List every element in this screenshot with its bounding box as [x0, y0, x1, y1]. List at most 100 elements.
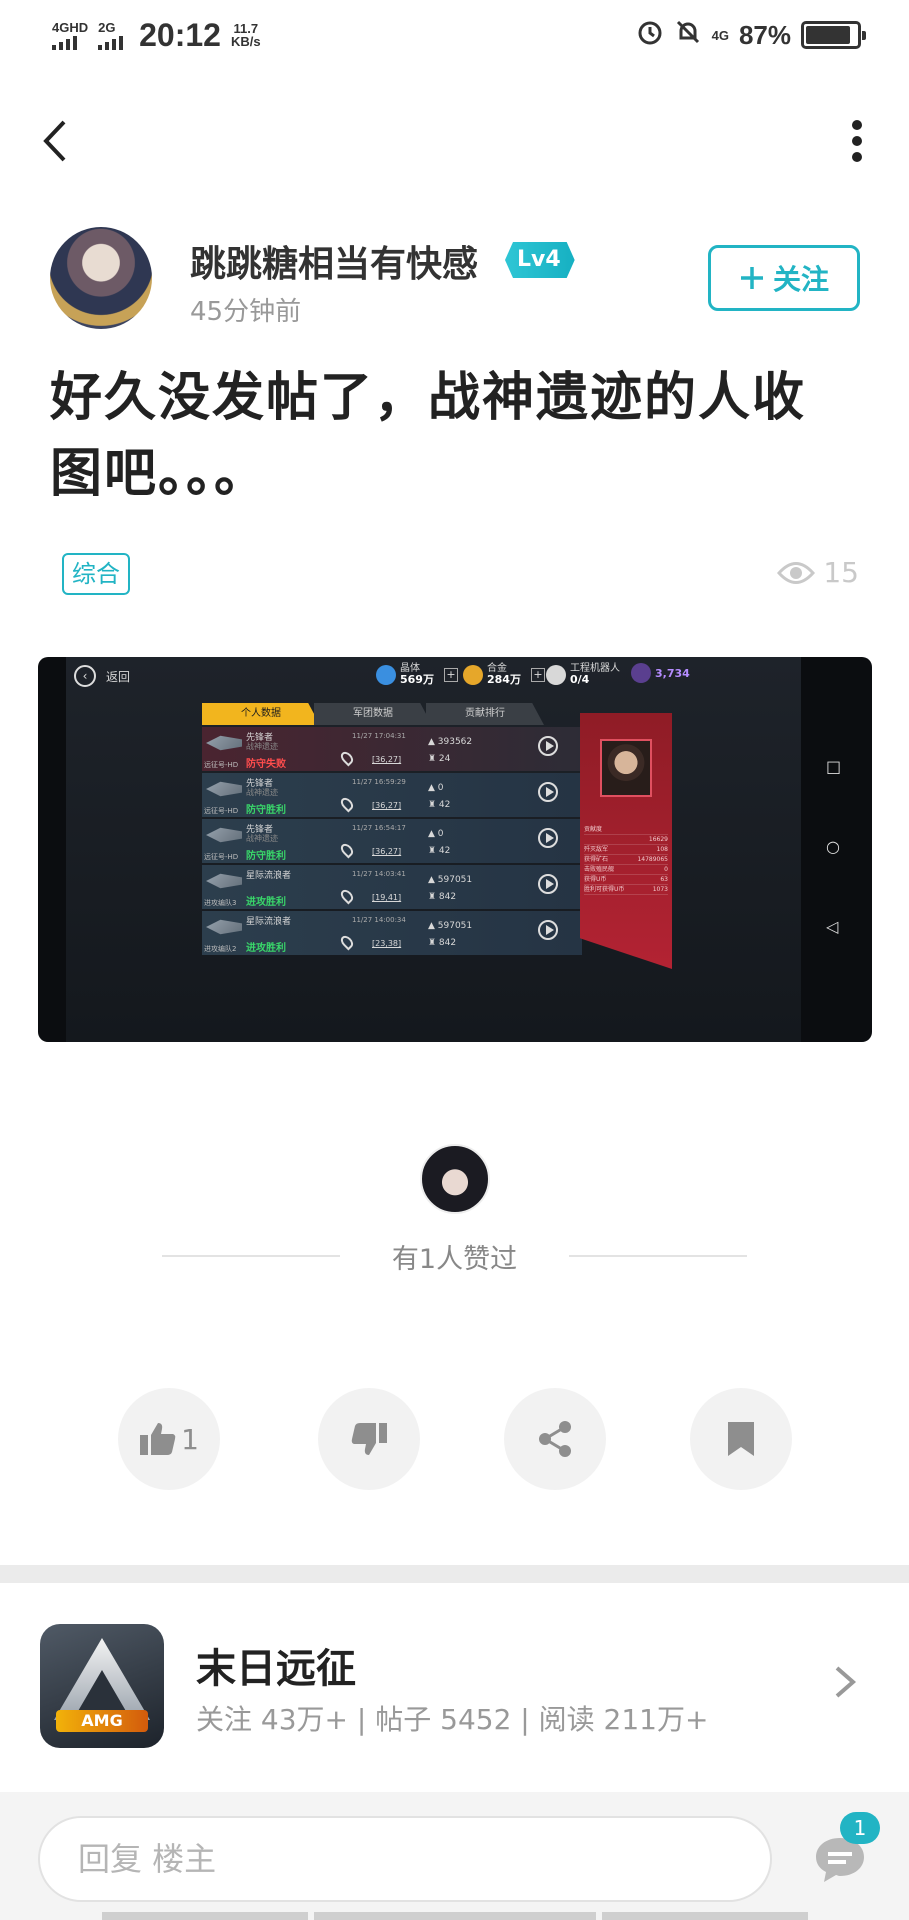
plus-icon: [740, 267, 763, 289]
comment-count-badge: 1: [840, 1812, 880, 1844]
author-name[interactable]: 跳跳糖相当有快感: [190, 235, 478, 287]
game-stats: 贡献度 16629 歼灭敌军 108 获得矿石 14789065 击败殖民舰 0 获得U币 63 胜…: [584, 825, 668, 895]
coordinates: [19,41]: [372, 893, 402, 902]
u-value: 3,734: [655, 666, 690, 680]
opponent-name: 星际流浪者: [246, 871, 292, 881]
speed-unit: KB/s: [230, 34, 261, 49]
resource-change: ▲ 0: [428, 829, 444, 839]
bookmark-button[interactable]: [690, 1388, 792, 1490]
clock: 20:12: [139, 16, 221, 53]
author-avatar[interactable]: [50, 227, 152, 329]
back-button[interactable]: [36, 118, 76, 164]
follow-label: 关注: [772, 263, 829, 296]
coordinates: [23,38]: [372, 939, 402, 948]
resource-change: ▲ 393562: [428, 737, 473, 747]
author-row: 跳跳糖相当有快感 Lv4 45分钟前 关注: [50, 225, 860, 335]
game-resource: 合金 284万 +: [463, 663, 545, 686]
bookmark-icon: [728, 1422, 754, 1456]
stat-value: 16629: [648, 836, 668, 843]
coordinates: [36,27]: [372, 847, 402, 856]
likers-text: 有1人赞过: [391, 1243, 518, 1275]
ship-label: 进攻编队2: [204, 945, 237, 953]
location-pin-icon: [338, 841, 356, 859]
like-button[interactable]: 1: [118, 1388, 220, 1490]
game-tabs: 个人数据 军团数据 贡献排行: [202, 703, 544, 725]
stat-row: 16629: [584, 835, 668, 845]
ship-image: [206, 919, 242, 935]
signal-4g-icon: 4GHD: [52, 21, 88, 50]
reply-input[interactable]: 回复 楼主: [38, 1816, 772, 1902]
resource-change: ▲ 0: [428, 783, 444, 793]
game-card[interactable]: AMG 末日远征 关注 43万+ | 帖子 5452 | 阅读 211万+: [0, 1606, 909, 1756]
location-pin-icon: [338, 749, 356, 767]
coordinates: [36,27]: [372, 755, 402, 764]
location-pin-icon: [338, 795, 356, 813]
stat-value: 14789065: [637, 856, 668, 863]
post-title-line-1: 好久没发帖了，战神遗迹的人收: [50, 368, 807, 428]
stat-value: 1073: [652, 886, 668, 893]
battle-time: 11/27 14:00:34: [352, 916, 406, 924]
resource-value: 0/4: [570, 673, 590, 686]
stat-row: 获得U币 63: [584, 875, 668, 885]
battle-result: 进攻胜利: [246, 897, 286, 908]
ship-image: [206, 873, 242, 889]
post-image[interactable]: ‹ 返回 晶体 569万 + 合金 284万 + 工程机器人 0/4 3,734 个人数据 军团数…: [38, 657, 872, 1042]
stat-row: 胜利可获得U币 1073: [584, 885, 668, 895]
opponent-name: 星际流浪者: [246, 917, 292, 927]
game-name: 末日远征: [196, 1646, 356, 1692]
location-pin-icon: [338, 887, 356, 905]
back-triangle-icon: ◁: [826, 917, 839, 936]
resource-plus-icon: +: [443, 667, 458, 682]
replay-icon: [538, 874, 558, 894]
divider-left: [162, 1255, 340, 1257]
game-back-icon: ‹: [74, 665, 96, 687]
ship-image: [206, 735, 242, 751]
signal-2g-icon: 2G: [98, 21, 124, 50]
post-title-line-2: 图吧。。。: [50, 444, 269, 504]
battle-result: 防守失败: [246, 759, 286, 770]
resource-value: 569万: [400, 673, 434, 686]
location-name: 战神遗迹: [246, 834, 278, 843]
battle-result: 防守胜利: [246, 851, 286, 862]
liker-avatar[interactable]: [420, 1144, 490, 1214]
game-tab: 军团数据: [314, 703, 432, 725]
action-bar: 1: [118, 1388, 792, 1492]
category-tag[interactable]: 综合: [62, 553, 130, 595]
network-speed: 11.7 KB/s: [231, 22, 261, 48]
more-options-button[interactable]: [845, 118, 869, 164]
battle-time: 11/27 17:04:31: [352, 732, 406, 740]
status-bar: 4GHD 2G 20:12 11.7 KB/s 4G 87%: [0, 0, 909, 70]
share-button[interactable]: [504, 1388, 606, 1490]
location-name: 战神遗迹: [246, 788, 278, 797]
ship-label: 远征号-HD: [204, 761, 239, 769]
battle-record-row: 远征号-HD 先锋者 战神遗迹 防守胜利 11/27 16:59:29 [36,27] ▲ …: [202, 773, 602, 817]
resource-icon: [463, 664, 483, 685]
eye-icon: [777, 561, 816, 584]
game-topbar: ‹ 返回 晶体 569万 + 合金 284万 + 工程机器人 0/4 3,734: [66, 657, 801, 695]
replay-icon: [538, 828, 558, 848]
bell-off-icon: [674, 18, 702, 53]
reply-bar: 回复 楼主 1: [0, 1792, 909, 1920]
ship-label: 远征号-HD: [204, 853, 239, 861]
chevron-right-icon: [835, 1666, 857, 1698]
troop-count: ♜ 42: [428, 800, 451, 810]
view-count-value: 15: [823, 556, 859, 589]
dislike-button[interactable]: [318, 1388, 420, 1490]
battle-record-row: 进攻编队2 星际流浪者 进攻胜利 11/27 14:00:34 [23,38] ▲ 597…: [202, 911, 602, 955]
more-vertical-icon: [852, 120, 862, 130]
resource-icon: [376, 664, 396, 685]
divider-right: [569, 1255, 747, 1257]
resource-change: ▲ 597051: [428, 875, 473, 885]
follow-button[interactable]: 关注: [708, 245, 860, 311]
stat-row: 歼灭敌军 108: [584, 845, 668, 855]
stat-label: 贡献度: [584, 826, 603, 833]
troop-count: ♜ 24: [428, 754, 451, 764]
ship-label: 进攻编队3: [204, 899, 237, 907]
stat-row: 获得矿石 14789065: [584, 855, 668, 865]
view-count: 15: [777, 556, 859, 589]
resource-change: ▲ 597051: [428, 921, 473, 931]
stat-row: 贡献度: [584, 825, 668, 835]
battery-icon: [801, 21, 866, 49]
troop-count: ♜ 842: [428, 892, 457, 902]
battle-record-row: 远征号-HD 先锋者 战神遗迹 防守胜利 11/27 16:54:17 [36,27] ▲ …: [202, 819, 602, 863]
